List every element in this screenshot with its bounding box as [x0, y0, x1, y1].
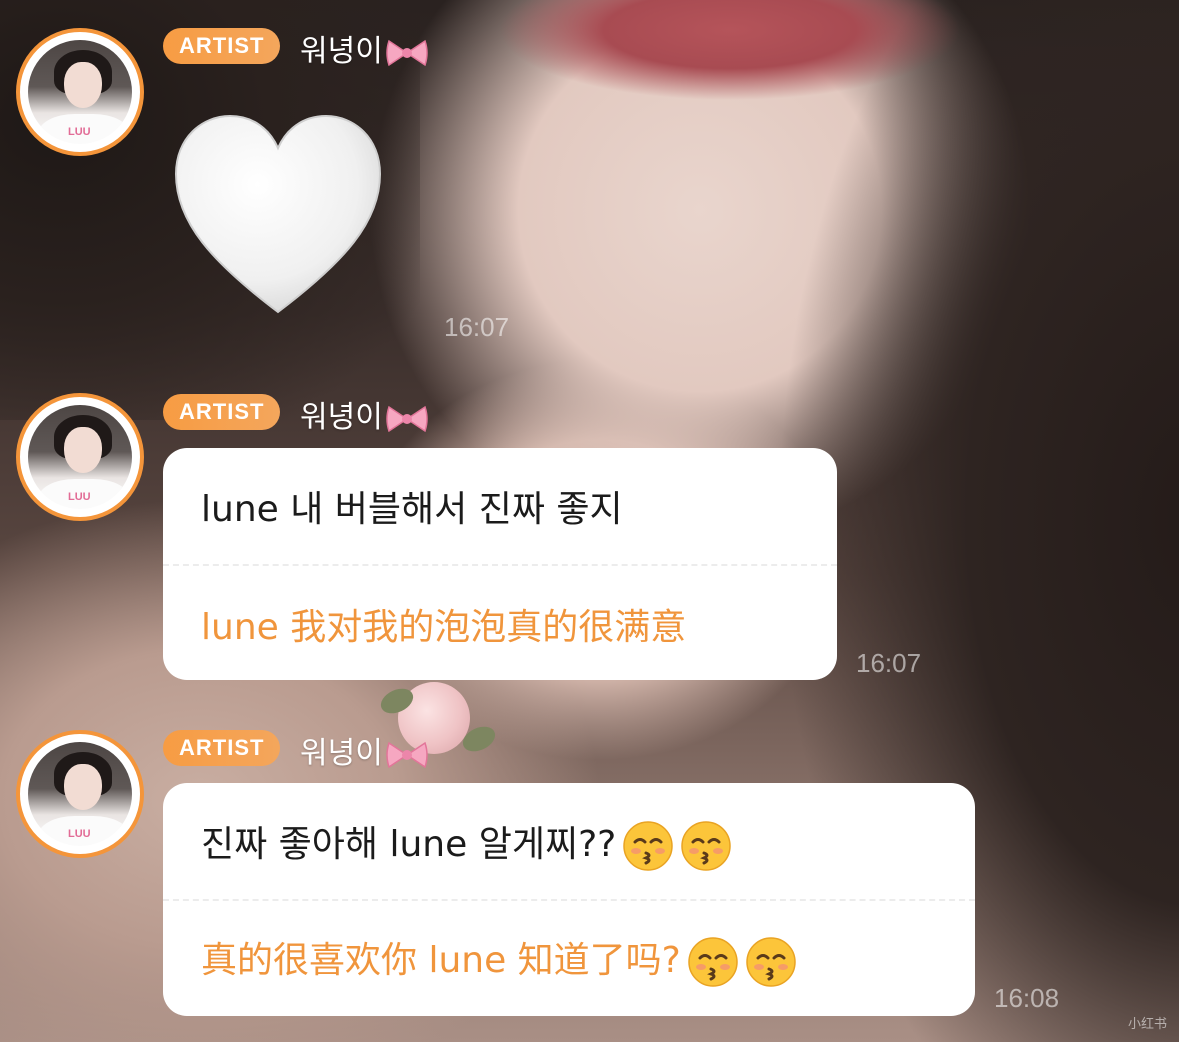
white-heart-icon — [172, 112, 384, 324]
message-timestamp: 16:07 — [444, 312, 510, 342]
message-timestamp: 16:07 — [856, 648, 922, 678]
kissing-face-icon — [681, 821, 732, 871]
ribbon-icon — [386, 39, 428, 66]
sender-name[interactable]: 워녕이 — [300, 392, 429, 436]
artist-badge: ARTIST — [163, 28, 281, 64]
kissing-face-icon — [623, 821, 674, 871]
artist-badge: ARTIST — [163, 730, 281, 766]
watermark: 小红书 — [1127, 1016, 1167, 1031]
sender-name-label: 워녕이 — [300, 34, 383, 69]
message-bubble[interactable]: 진짜 좋아해 lune 알게찌?? 真的很喜欢你 lune 知道了吗? — [163, 783, 975, 1016]
artist-badge: ARTIST — [163, 394, 281, 430]
sender-name[interactable]: 워녕이 — [300, 728, 429, 772]
sender-name[interactable]: 워녕이 — [300, 26, 429, 70]
message-bubble[interactable]: lune 내 버블해서 진짜 좋지 lune 我对我的泡泡真的很满意 — [163, 448, 837, 680]
message-text: 진짜 좋아해 lune 알게찌?? — [201, 815, 732, 872]
message-timestamp: 16:08 — [994, 983, 1060, 1013]
sender-name-label: 워녕이 — [300, 736, 383, 771]
message-text-label: 진짜 좋아해 lune 알게찌?? — [201, 824, 617, 865]
sender-name-label: 워녕이 — [300, 400, 383, 435]
avatar[interactable]: LUU — [16, 730, 144, 858]
divider — [163, 564, 837, 566]
ribbon-icon — [386, 405, 428, 432]
kissing-face-icon — [746, 937, 796, 987]
translation-text: lune 我对我的泡泡真的很满意 — [201, 607, 687, 648]
translation-text-label: 真的很喜欢你 lune 知道了吗? — [201, 940, 681, 981]
avatar[interactable]: LUU — [16, 393, 144, 521]
kissing-face-icon — [688, 937, 738, 987]
divider — [163, 899, 975, 901]
ribbon-icon — [386, 741, 428, 768]
translation-text: 真的很喜欢你 lune 知道了吗? — [201, 931, 797, 988]
message-text: lune 내 버블해서 진짜 좋지 — [201, 489, 623, 530]
avatar[interactable]: LUU — [16, 28, 144, 156]
